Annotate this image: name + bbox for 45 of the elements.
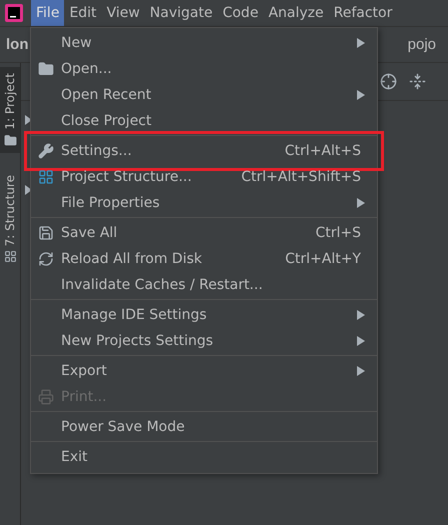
submenu-arrow-icon <box>357 310 365 320</box>
menu-item[interactable]: Project Structure... Ctrl+Alt+Shift+S <box>31 164 377 190</box>
menu-item[interactable]: Reload All from Disk Ctrl+Alt+Y <box>31 246 377 272</box>
menu-item[interactable]: Power Save Mode <box>31 414 377 440</box>
menu-item[interactable]: Export <box>31 358 377 384</box>
submenu-arrow-icon <box>357 90 365 100</box>
printer-icon <box>38 389 54 405</box>
save-icon <box>38 225 54 241</box>
menu-item[interactable]: Exit <box>31 444 377 470</box>
menu-title[interactable]: File <box>31 0 64 26</box>
menu-item[interactable]: File Properties <box>31 190 377 216</box>
folder-icon <box>38 61 54 77</box>
structure-icon <box>4 250 16 263</box>
menu-title[interactable]: Navigate <box>144 0 218 26</box>
menu-item[interactable]: New Projects Settings <box>31 328 377 354</box>
menu-item[interactable]: Close Project <box>31 108 377 134</box>
breadcrumb-item[interactable]: pojo <box>402 36 436 53</box>
reload-icon <box>38 251 54 267</box>
tree-expand-icon[interactable] <box>25 115 32 125</box>
tool-window-tab[interactable]: 1: Project <box>0 67 20 153</box>
menu-title[interactable]: Analyze <box>263 0 329 26</box>
menu-title[interactable]: Refactor <box>328 0 398 26</box>
tool-window-tab[interactable]: 7: Structure <box>0 168 20 269</box>
breadcrumb-item[interactable]: lon <box>0 36 28 53</box>
submenu-arrow-icon <box>357 198 365 208</box>
menu-item[interactable]: Save All Ctrl+S <box>31 220 377 246</box>
menu-item[interactable]: Open... <box>31 56 377 82</box>
submenu-arrow-icon <box>357 38 365 48</box>
menu-title[interactable]: View <box>102 0 145 26</box>
tree-expand-icon[interactable] <box>25 185 32 195</box>
grid-icon <box>38 169 54 185</box>
menu-title[interactable]: Edit <box>64 0 102 26</box>
collapse-icon[interactable] <box>409 73 426 90</box>
menu-item[interactable]: New <box>31 30 377 56</box>
locate-icon[interactable] <box>380 73 397 90</box>
menu-item[interactable]: Settings... Ctrl+Alt+S <box>31 138 377 164</box>
submenu-arrow-icon <box>357 336 365 346</box>
wrench-icon <box>38 143 54 159</box>
menu-item[interactable]: Manage IDE Settings <box>31 302 377 328</box>
app-logo-icon[interactable] <box>5 4 23 22</box>
submenu-arrow-icon <box>357 366 365 376</box>
menu-item[interactable]: Open Recent <box>31 82 377 108</box>
menu-item[interactable]: Invalidate Caches / Restart... <box>31 272 377 298</box>
menu-title[interactable]: Code <box>218 0 264 26</box>
folder-icon <box>4 134 16 147</box>
